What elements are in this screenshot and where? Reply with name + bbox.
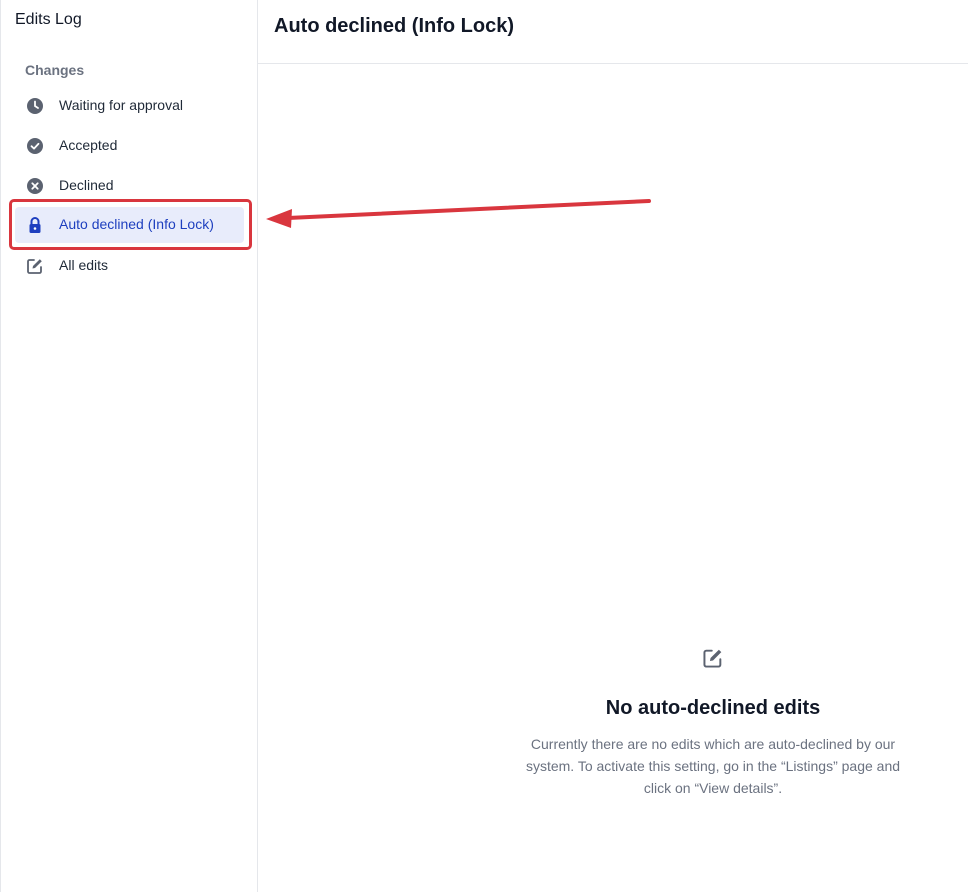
- x-circle-icon: [26, 177, 44, 195]
- check-circle-icon: [26, 137, 44, 155]
- edit-icon: [26, 257, 44, 275]
- app: Edits Log Changes Waiting for approval A…: [0, 0, 968, 892]
- sidebar-item-label: Declined: [59, 177, 114, 193]
- page-title: Auto declined (Info Lock): [274, 15, 514, 37]
- sidebar-item-label: Auto declined (Info Lock): [59, 216, 214, 232]
- clock-icon: [26, 97, 44, 115]
- sidebar-item-declined[interactable]: Declined: [15, 168, 244, 204]
- sidebar: Edits Log Changes Waiting for approval A…: [0, 0, 258, 892]
- empty-state-description: Currently there are no edits which are a…: [525, 736, 901, 796]
- sidebar-item-all-edits[interactable]: All edits: [15, 248, 244, 284]
- main-header: Auto declined (Info Lock): [258, 0, 968, 64]
- sidebar-item-accepted[interactable]: Accepted: [15, 128, 244, 164]
- sidebar-item-label: Waiting for approval: [59, 97, 183, 113]
- sidebar-item-label: All edits: [59, 257, 109, 273]
- sidebar-item-label: Accepted: [59, 137, 118, 153]
- edit-icon: [702, 647, 724, 669]
- lock-icon: [26, 216, 44, 234]
- sidebar-item-auto-declined[interactable]: Auto declined (Info Lock): [15, 207, 244, 243]
- sidebar-item-waiting-for-approval[interactable]: Waiting for approval: [15, 88, 244, 124]
- empty-state-title: No auto-declined edits: [605, 697, 821, 719]
- sidebar-title: Edits Log: [15, 11, 82, 28]
- section-label-changes: Changes: [25, 62, 85, 78]
